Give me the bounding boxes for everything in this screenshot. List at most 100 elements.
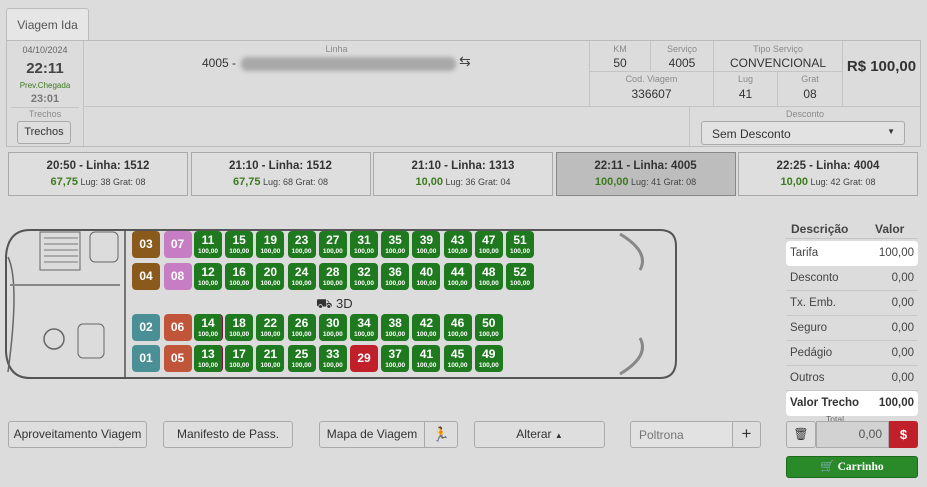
seat-50[interactable]: 50 100,00	[474, 314, 503, 341]
price-row: Tarifa 100,00	[786, 241, 918, 266]
trip-option[interactable]: 22:25 - Linha: 4004 10,00 Lug: 42 Grat: 0…	[738, 152, 918, 196]
tab-viagem-ida[interactable]: Viagem Ida	[6, 8, 89, 41]
seat-02[interactable]: 02	[132, 314, 160, 341]
seat-27[interactable]: 27 100,00	[318, 231, 347, 258]
seat-19[interactable]: 19 100,00	[256, 231, 285, 258]
seat-29[interactable]: 29	[350, 345, 378, 372]
seat-46[interactable]: 46 100,00	[443, 314, 472, 341]
seat-34[interactable]: 34 100,00	[350, 314, 378, 341]
seat-26[interactable]: 26 100,00	[287, 314, 316, 341]
trip-seats: Lug: 36 Grat: 04	[442, 177, 511, 187]
lug-value: 41	[738, 87, 753, 101]
walking-icon[interactable]: 🏃	[424, 421, 458, 448]
trip-seats: Lug: 41 Grat: 08	[628, 177, 697, 187]
trash-icon[interactable]: 🗑	[786, 421, 816, 448]
seat-03[interactable]: 03	[132, 231, 160, 258]
seat-number: 15	[232, 233, 246, 247]
poltrona-input[interactable]	[630, 421, 733, 448]
price-value: 0,00	[891, 272, 914, 284]
seat-36[interactable]: 36 100,00	[381, 263, 410, 290]
mapa-viagem-button[interactable]: Mapa de Viagem	[319, 421, 425, 448]
seat-20[interactable]: 20 100,00	[256, 263, 285, 290]
seat-12[interactable]: 12 100,00	[194, 263, 222, 290]
seat-number: 47	[482, 233, 496, 247]
seat-23[interactable]: 23 100,00	[287, 231, 316, 258]
seat-08[interactable]: 08	[163, 263, 192, 290]
seat-41[interactable]: 41 100,00	[412, 345, 441, 372]
seat-01[interactable]: 01	[132, 345, 160, 372]
seat-04[interactable]: 04	[132, 263, 160, 290]
seat-number: 20	[263, 265, 278, 279]
seat-37[interactable]: 37 100,00	[381, 345, 410, 372]
seat-number: 02	[139, 320, 153, 334]
seat-49[interactable]: 49 100,00	[474, 345, 503, 372]
seat-17[interactable]: 17 100,00	[225, 345, 254, 372]
manifesto-button[interactable]: Manifesto de Pass.	[163, 421, 293, 448]
seat-number: 12	[201, 265, 215, 279]
seat-number: 28	[326, 265, 340, 279]
seat-33[interactable]: 33 100,00	[318, 345, 347, 372]
seat-24[interactable]: 24 100,00	[287, 263, 316, 290]
seat-40[interactable]: 40 100,00	[412, 263, 441, 290]
trip-info: 67,75 Lug: 38 Grat: 08	[9, 176, 187, 188]
trip-option[interactable]: 21:10 - Linha: 1313 10,00 Lug: 36 Grat: 0…	[373, 152, 553, 196]
seat-07[interactable]: 07	[163, 231, 192, 258]
price-label: Desconto	[790, 272, 839, 284]
swap-icon[interactable]: ⇆	[459, 53, 471, 70]
seat-number: 21	[263, 347, 278, 361]
pay-button[interactable]: $	[889, 421, 918, 448]
seat-47[interactable]: 47 100,00	[474, 231, 503, 258]
seat-11[interactable]: 11 100,00	[194, 231, 222, 258]
seat-32[interactable]: 32 100,00	[350, 263, 378, 290]
trip-title: 20:50 - Linha: 1512	[46, 160, 150, 172]
carrinho-button[interactable]: 🛒 Carrinho	[786, 456, 918, 478]
seat-18[interactable]: 18 100,00	[225, 314, 254, 341]
trip-option[interactable]: 21:10 - Linha: 1512 67,75 Lug: 68 Grat: 0…	[190, 152, 371, 196]
seat-44[interactable]: 44 100,00	[443, 263, 472, 290]
seat-15[interactable]: 15 100,00	[225, 231, 254, 258]
seat-price: 100,00	[510, 248, 530, 255]
seat-42[interactable]: 42 100,00	[412, 314, 441, 341]
seat-45[interactable]: 45 100,00	[443, 345, 472, 372]
seat-28[interactable]: 28 100,00	[318, 263, 347, 290]
seat-number: 29	[357, 351, 371, 365]
bus-3d-label: ⛟ 3D	[316, 296, 353, 314]
seat-43[interactable]: 43 100,00	[443, 231, 472, 258]
price-label: Seguro	[790, 322, 828, 334]
trip-info: 67,75 Lug: 68 Grat: 08	[192, 176, 370, 188]
seat-06[interactable]: 06	[163, 314, 192, 341]
seat-30[interactable]: 30 100,00	[318, 314, 347, 341]
arrival-time: 23:01	[30, 93, 60, 105]
add-poltrona-button[interactable]: +	[732, 421, 761, 448]
seat-price: 100,00	[385, 362, 406, 369]
seat-51[interactable]: 51 100,00	[506, 231, 534, 258]
seat-number: 25	[294, 347, 309, 361]
seat-25[interactable]: 25 100,00	[287, 345, 316, 372]
seat-number: 31	[357, 233, 371, 247]
seat-price: 100,00	[322, 362, 343, 369]
seat-price: 100,00	[291, 362, 312, 369]
seat-35[interactable]: 35 100,00	[381, 231, 410, 258]
seat-22[interactable]: 22 100,00	[256, 314, 285, 341]
desconto-select[interactable]: Sem Desconto ▼	[701, 121, 905, 145]
seat-05[interactable]: 05	[163, 345, 192, 372]
seat-48[interactable]: 48 100,00	[474, 263, 503, 290]
seat-38[interactable]: 38 100,00	[381, 314, 410, 341]
cod-viagem-value: 336607	[631, 87, 672, 101]
seat-14[interactable]: 14 100,00	[194, 314, 222, 341]
trip-option[interactable]: 22:11 - Linha: 4005 100,00 Lug: 41 Grat: …	[555, 152, 736, 196]
seat-13[interactable]: 13 100,00	[194, 345, 222, 372]
seat-39[interactable]: 39 100,00	[412, 231, 441, 258]
trechos-button[interactable]: Trechos	[17, 121, 71, 144]
seat-number: 07	[170, 237, 185, 251]
alterar-button[interactable]: Alterar ▲	[474, 421, 605, 448]
trip-option[interactable]: 20:50 - Linha: 1512 67,75 Lug: 38 Grat: 0…	[8, 152, 188, 196]
seat-31[interactable]: 31 100,00	[350, 231, 378, 258]
seat-21[interactable]: 21 100,00	[256, 345, 285, 372]
aproveitamento-button[interactable]: Aproveitamento Viagem	[8, 421, 147, 448]
seat-52[interactable]: 52 100,00	[506, 263, 534, 290]
seat-number: 26	[294, 316, 309, 330]
seat-number: 18	[232, 316, 246, 330]
seat-16[interactable]: 16 100,00	[225, 263, 254, 290]
seat-number: 17	[232, 347, 246, 361]
